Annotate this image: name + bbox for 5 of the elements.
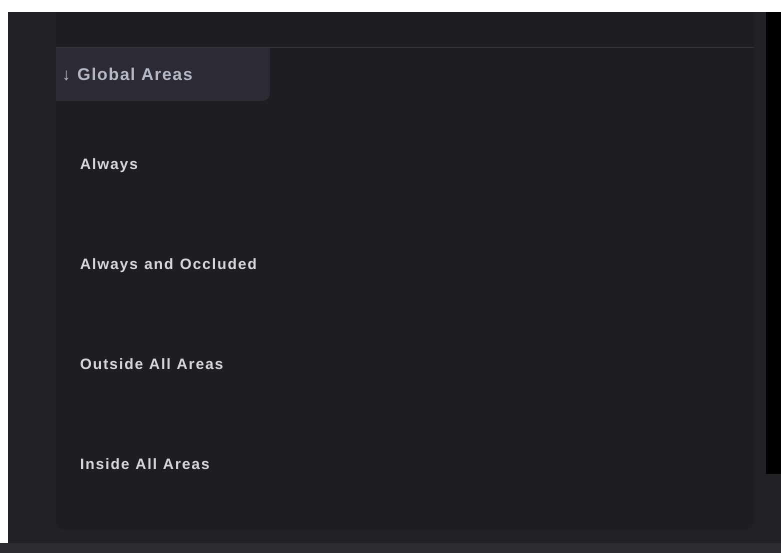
option-label[interactable]: Always and Occluded [80, 254, 258, 276]
option-label[interactable]: Always [80, 154, 139, 176]
section-toggle[interactable]: ↓ Global Areas [56, 48, 270, 101]
option-label[interactable]: Inside All Areas [80, 454, 211, 476]
option-label[interactable]: Outside All Areas [80, 354, 224, 376]
